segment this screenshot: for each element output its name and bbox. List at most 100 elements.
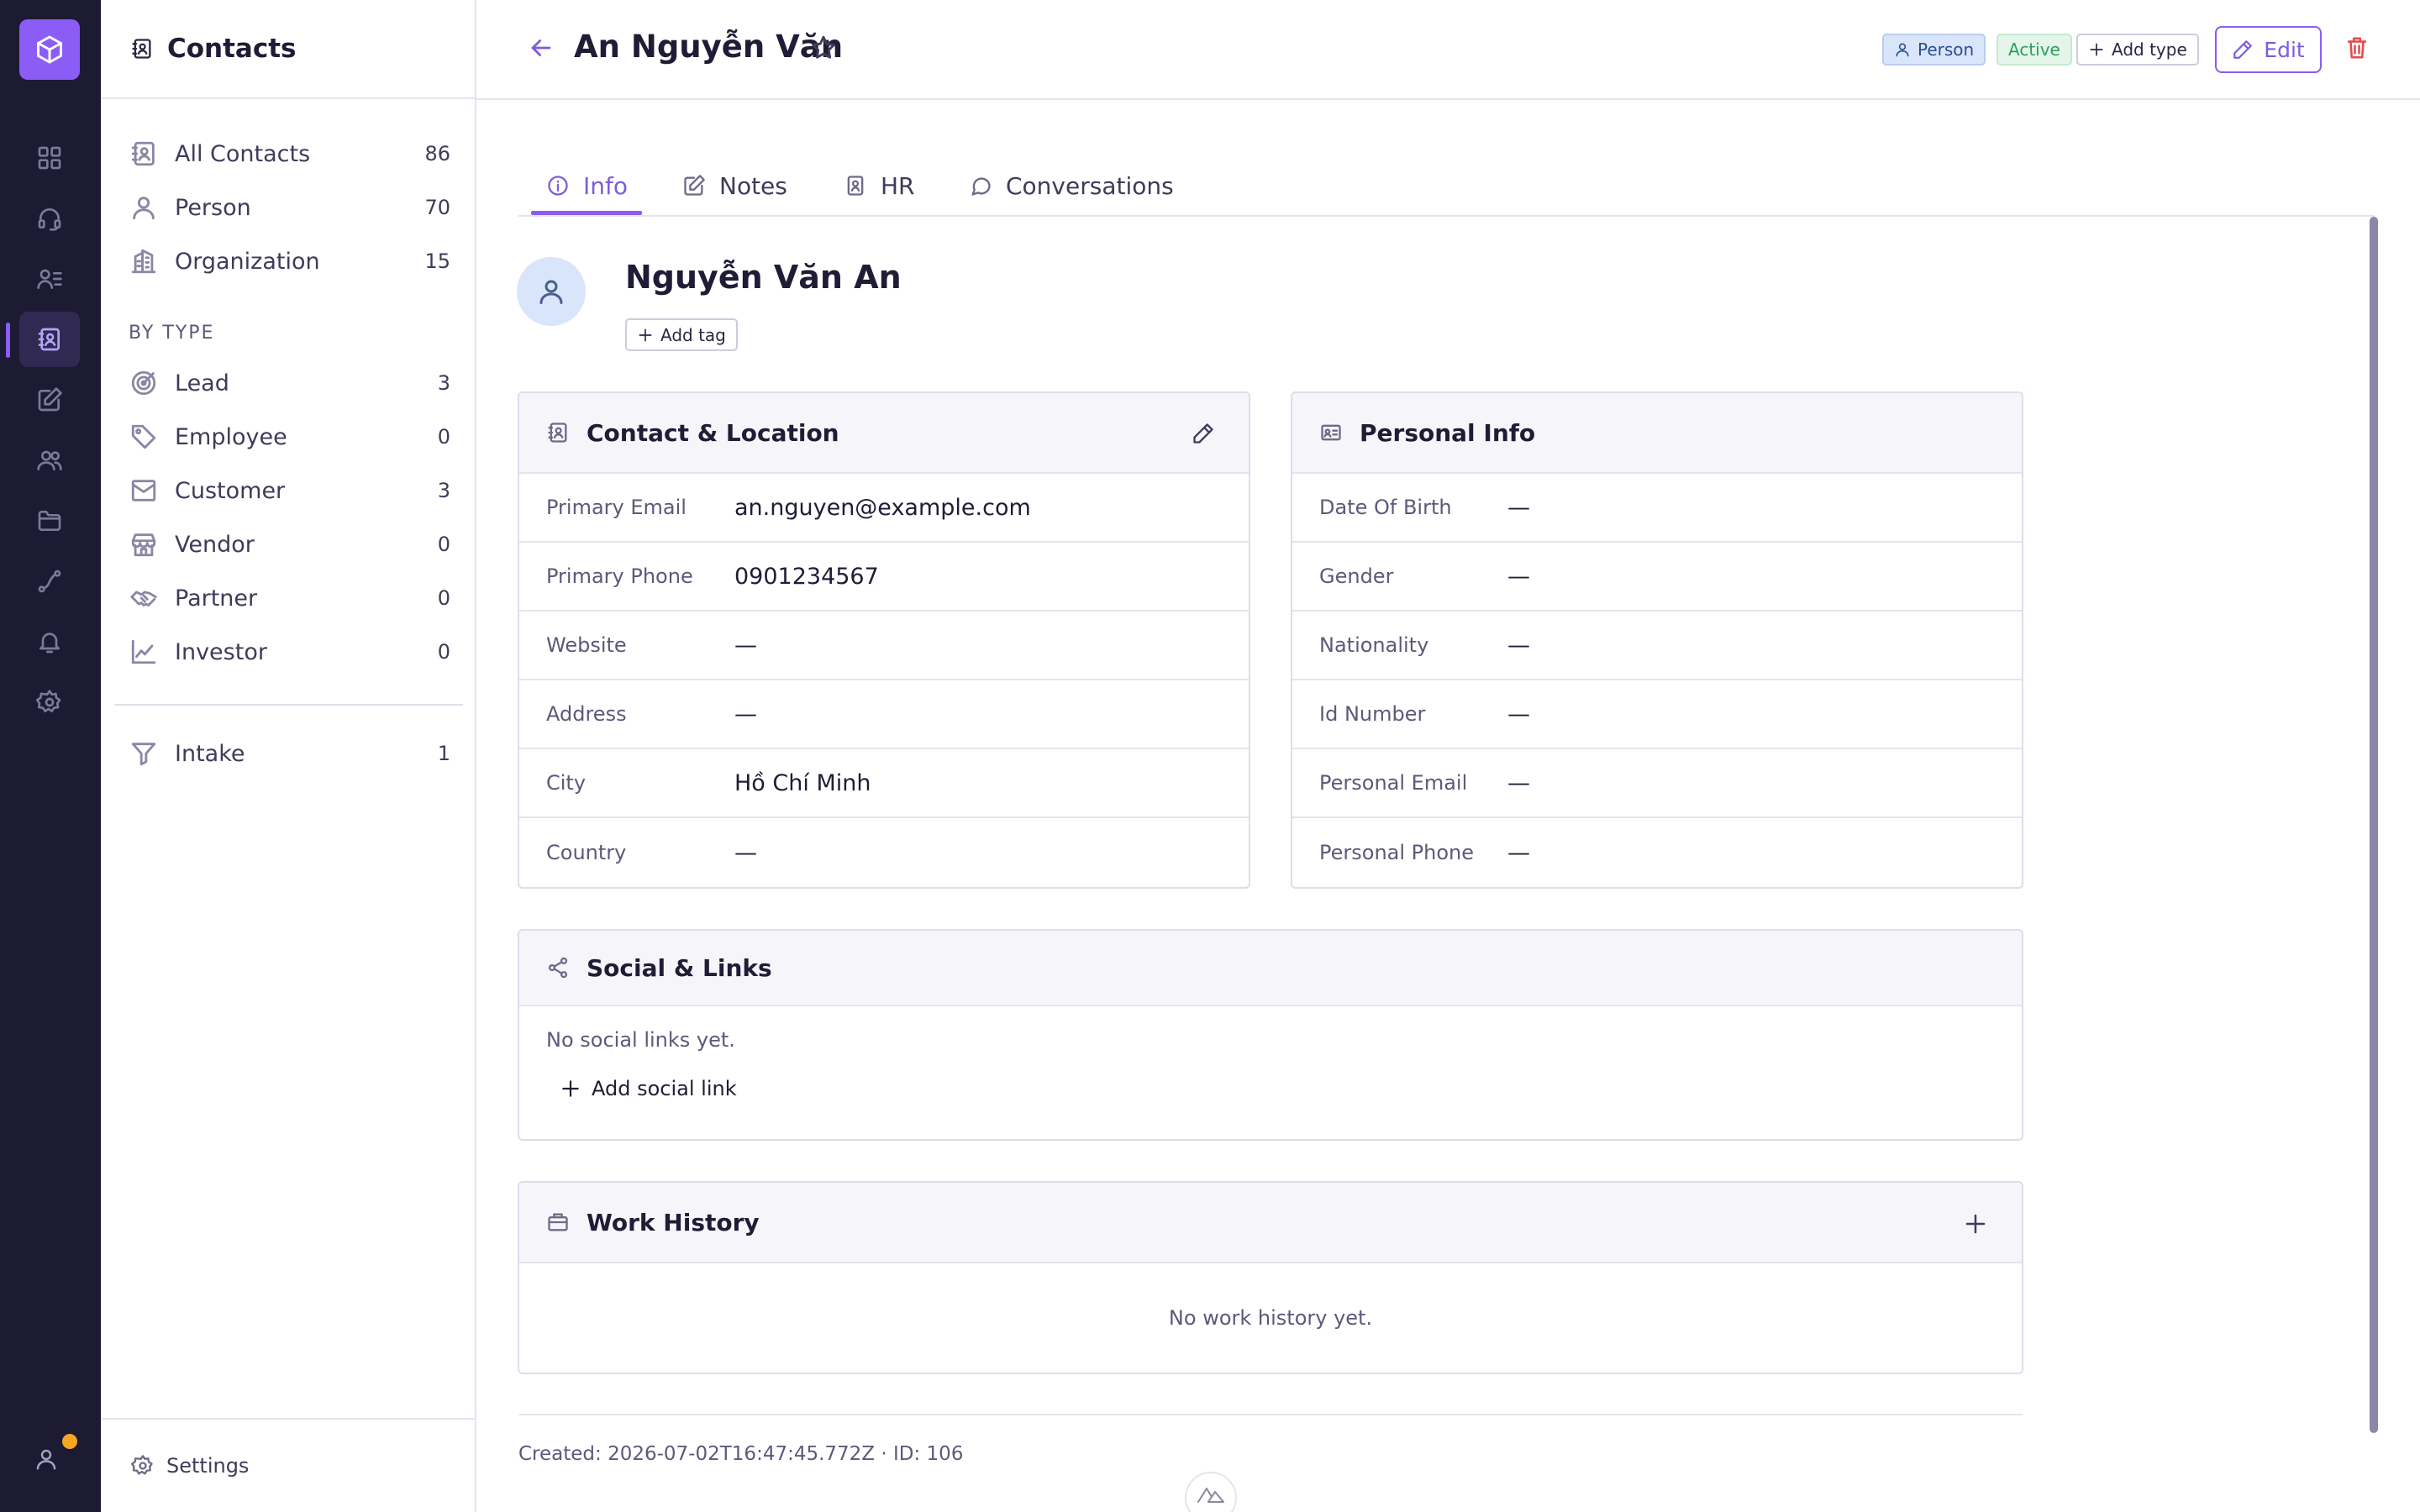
- add-social-link-button[interactable]: Add social link: [560, 1077, 2022, 1100]
- sidebar-item-intake[interactable]: Intake 1: [129, 730, 450, 777]
- sidebar-settings-link[interactable]: Settings: [101, 1418, 476, 1512]
- sidebar-item-partner[interactable]: Partner 0: [129, 575, 450, 622]
- devtools-button[interactable]: [1185, 1472, 1237, 1512]
- tab-label: HR: [881, 171, 915, 200]
- rail-user-list[interactable]: [19, 251, 80, 307]
- sidebar-item-count: 0: [437, 533, 450, 556]
- sidebar-item-vendor[interactable]: Vendor 0: [129, 521, 450, 568]
- field-label: City: [546, 771, 587, 795]
- rail-users[interactable]: [19, 433, 80, 488]
- add-work-history-button[interactable]: [1963, 1211, 1988, 1236]
- sidebar-item-label: All Contacts: [175, 140, 311, 167]
- field-label: Primary Phone: [546, 564, 693, 588]
- field-label: Nationality: [1319, 633, 1429, 657]
- rail-support[interactable]: [19, 191, 80, 246]
- chart-line-icon: [131, 639, 156, 664]
- add-tag-label: Add tag: [660, 324, 726, 345]
- add-social-link-label: Add social link: [592, 1077, 737, 1100]
- sidebar-item-count: 0: [437, 640, 450, 664]
- briefcase-icon: [548, 1213, 568, 1231]
- card-header: Work History: [519, 1183, 2022, 1263]
- field-row: Id Number —: [1292, 680, 2022, 749]
- detail-tabs: Info Notes HR Conversations: [518, 156, 2375, 217]
- sidebar-item-count: 86: [424, 142, 450, 165]
- add-type-button[interactable]: Add type: [2076, 34, 2199, 66]
- sidebar-item-label: Customer: [175, 477, 286, 504]
- app-logo[interactable]: [19, 19, 80, 80]
- user-icon: [539, 280, 563, 304]
- sidebar-item-person[interactable]: Person 70: [129, 184, 450, 231]
- rail-settings[interactable]: [19, 675, 80, 730]
- edit-icon: [38, 387, 62, 412]
- tab-conversations[interactable]: Conversations: [969, 156, 1174, 215]
- folder-icon: [38, 511, 61, 531]
- sidebar-item-organization[interactable]: Organization 15: [129, 238, 450, 285]
- card-header: Personal Info: [1292, 393, 2022, 474]
- rail-user-avatar[interactable]: [34, 1446, 59, 1472]
- delete-button[interactable]: [2344, 35, 2370, 60]
- id-badge-icon: [847, 176, 864, 196]
- scrollbar[interactable]: [2370, 217, 2378, 1433]
- app-rail: [0, 0, 101, 1512]
- tab-notes[interactable]: Notes: [682, 156, 787, 215]
- rail-active-indicator: [6, 323, 10, 358]
- rail-workflows[interactable]: [19, 554, 80, 609]
- badge-label: Person: [1918, 39, 1975, 60]
- sidebar-title: Contacts: [167, 34, 297, 64]
- edit-icon: [684, 175, 705, 196]
- contact-name: Nguyễn Văn An: [625, 259, 902, 296]
- empty-message: No social links yet.: [546, 1028, 735, 1052]
- contacts-icon: [132, 39, 151, 59]
- tag-icon: [131, 424, 156, 449]
- field-value: an.nguyen@example.com: [734, 494, 1031, 521]
- pencil-icon: [2233, 40, 2253, 59]
- rail-notes[interactable]: [19, 372, 80, 428]
- rail-files[interactable]: [19, 493, 80, 549]
- tab-info[interactable]: Info: [546, 156, 628, 215]
- card-header: Contact & Location: [519, 393, 1249, 474]
- filter-icon: [131, 743, 156, 766]
- tab-label: Info: [583, 171, 628, 200]
- sidebar-item-employee[interactable]: Employee 0: [129, 413, 450, 460]
- sidebar-item-label: Partner: [175, 585, 258, 612]
- bell-icon: [39, 633, 60, 654]
- sidebar-item-label: Person: [175, 194, 251, 221]
- field-row: Personal Email —: [1292, 749, 2022, 818]
- back-button[interactable]: [527, 34, 555, 62]
- sidebar-item-customer[interactable]: Customer 3: [129, 467, 450, 514]
- star-icon: [812, 35, 835, 59]
- tab-hr[interactable]: HR: [844, 156, 915, 215]
- rail-notifications[interactable]: [19, 614, 80, 669]
- sidebar-item-count: 1: [437, 742, 450, 765]
- sidebar-item-label: Vendor: [175, 531, 255, 558]
- sidebar-item-lead[interactable]: Lead 3: [129, 360, 450, 407]
- field-row: Gender —: [1292, 543, 2022, 612]
- record-meta: Created: 2026-07-02T16:47:45.772Z · ID: …: [518, 1443, 964, 1465]
- field-label: Country: [546, 841, 627, 864]
- plus-icon: [1965, 1214, 1986, 1234]
- gear-icon: [131, 1455, 153, 1475]
- headset-icon: [38, 208, 61, 231]
- share-icon: [548, 957, 568, 979]
- type-badge-person[interactable]: Person: [1882, 34, 1986, 66]
- edit-contact-button[interactable]: [1192, 422, 1215, 445]
- field-row: Personal Phone —: [1292, 818, 2022, 887]
- card-title: Contact & Location: [587, 418, 839, 447]
- rail-dashboard[interactable]: [19, 130, 80, 186]
- field-label: Personal Phone: [1319, 841, 1474, 864]
- edit-button[interactable]: Edit: [2215, 26, 2322, 73]
- favorite-button[interactable]: [809, 34, 838, 62]
- user-list-icon: [37, 269, 62, 289]
- field-value: 0901234567: [734, 563, 879, 590]
- page-title: An Nguyễn Văn: [574, 29, 844, 65]
- sidebar-section-title: BY TYPE: [129, 323, 215, 344]
- sidebar-item-label: Lead: [175, 370, 229, 396]
- sidebar-item-investor[interactable]: Investor 0: [129, 628, 450, 675]
- field-row: Address —: [519, 680, 1249, 749]
- detail-header: An Nguyễn Văn Person Active Add type Edi…: [476, 0, 2420, 100]
- add-tag-button[interactable]: Add tag: [625, 318, 738, 351]
- sidebar-item-all-contacts[interactable]: All Contacts 86: [129, 130, 450, 177]
- rail-contacts[interactable]: [19, 312, 80, 367]
- social-links-card: Social & Links No social links yet. Add …: [518, 929, 2023, 1141]
- contacts-icon: [548, 423, 567, 443]
